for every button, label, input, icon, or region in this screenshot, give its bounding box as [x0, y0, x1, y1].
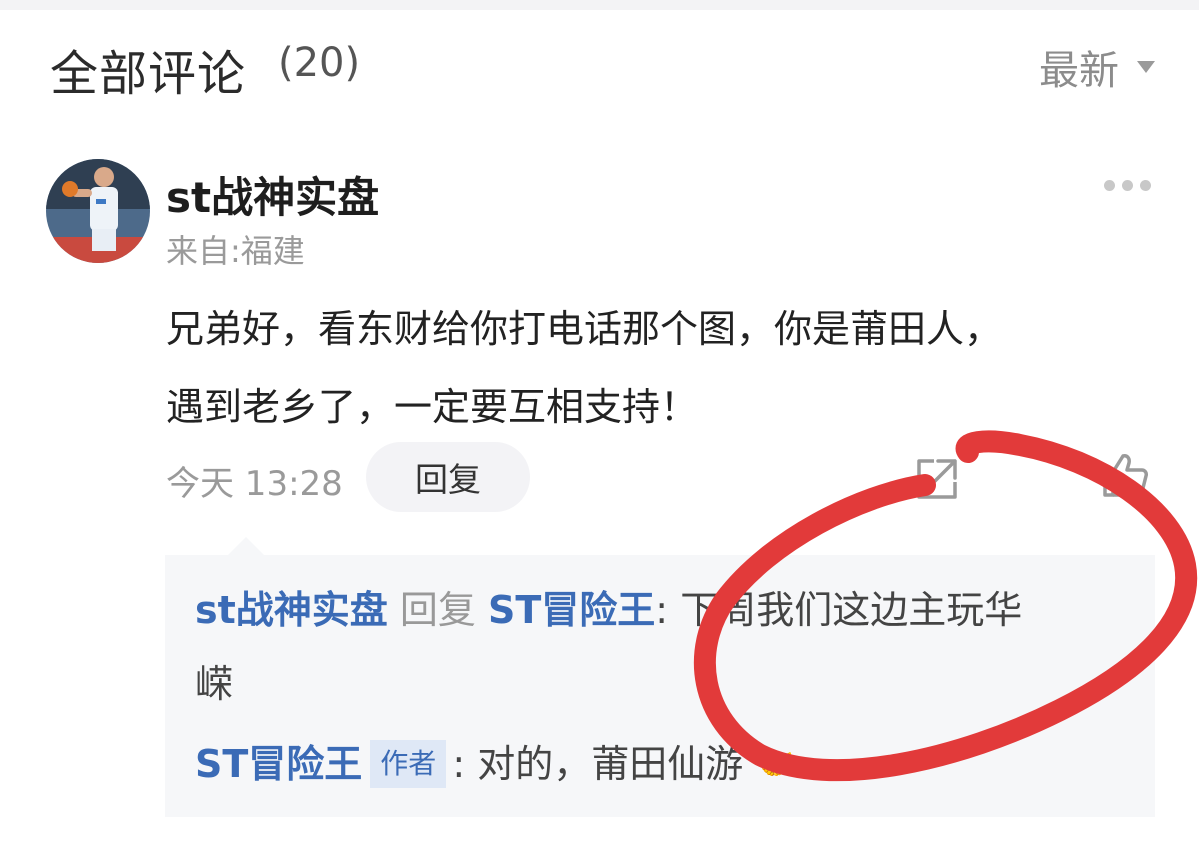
reply-item[interactable]: st战神实盘 回复 ST冒险王: 下周我们这边主玩华 嵘 [195, 573, 1145, 721]
comment-username[interactable]: st战神实盘 [166, 164, 379, 225]
avatar[interactable] [46, 159, 150, 263]
comments-count: (20) [278, 40, 361, 86]
caret-down-icon [1137, 61, 1155, 73]
dot [1104, 180, 1115, 191]
comment-timestamp: 今天 13:28 [166, 464, 343, 504]
reply-text: 下周我们这边主玩华 [680, 588, 1023, 632]
reply-text-continued: 嵘 [195, 662, 234, 706]
reply-item[interactable]: ST冒险王 作者: 对的，莆田仙游 🤝 [195, 727, 1145, 801]
reply-panel-arrow [228, 537, 264, 555]
share-icon[interactable] [914, 456, 960, 506]
dot [1140, 180, 1151, 191]
reply-from-user[interactable]: st战神实盘 [195, 588, 388, 632]
top-divider [0, 0, 1199, 10]
reply-from-user[interactable]: ST冒险王 [195, 742, 362, 786]
comments-title: 全部评论 [50, 46, 247, 102]
reply-separator: : [452, 742, 466, 786]
comment-body: 兄弟好，看东财给你打电话那个图，你是莆田人， 遇到老乡了，一定要互相支持！ [166, 290, 1156, 446]
basketball-player-avatar-icon [46, 159, 150, 263]
reply-to-user[interactable]: ST冒险王 [488, 588, 655, 632]
reply-text: 对的，莆田仙游 [477, 742, 744, 786]
comment-line: 兄弟好，看东财给你打电话那个图，你是莆田人， [166, 307, 1003, 351]
more-dots-icon[interactable] [1104, 180, 1151, 191]
dot [1122, 180, 1133, 191]
reply-button[interactable]: 回复 [366, 442, 530, 512]
comment-line: 遇到老乡了，一定要互相支持！ [166, 385, 699, 429]
comment-location: 来自:福建 [166, 232, 305, 270]
author-badge: 作者 [370, 740, 447, 788]
reply-separator: : [655, 588, 669, 632]
reply-action: 回复 [399, 588, 476, 632]
thumbs-up-icon[interactable] [1101, 452, 1149, 502]
handshake-emoji-icon: 🤝 [755, 745, 796, 783]
sort-label: 最新 [1039, 48, 1119, 94]
sort-dropdown[interactable]: 最新 [1039, 38, 1155, 96]
